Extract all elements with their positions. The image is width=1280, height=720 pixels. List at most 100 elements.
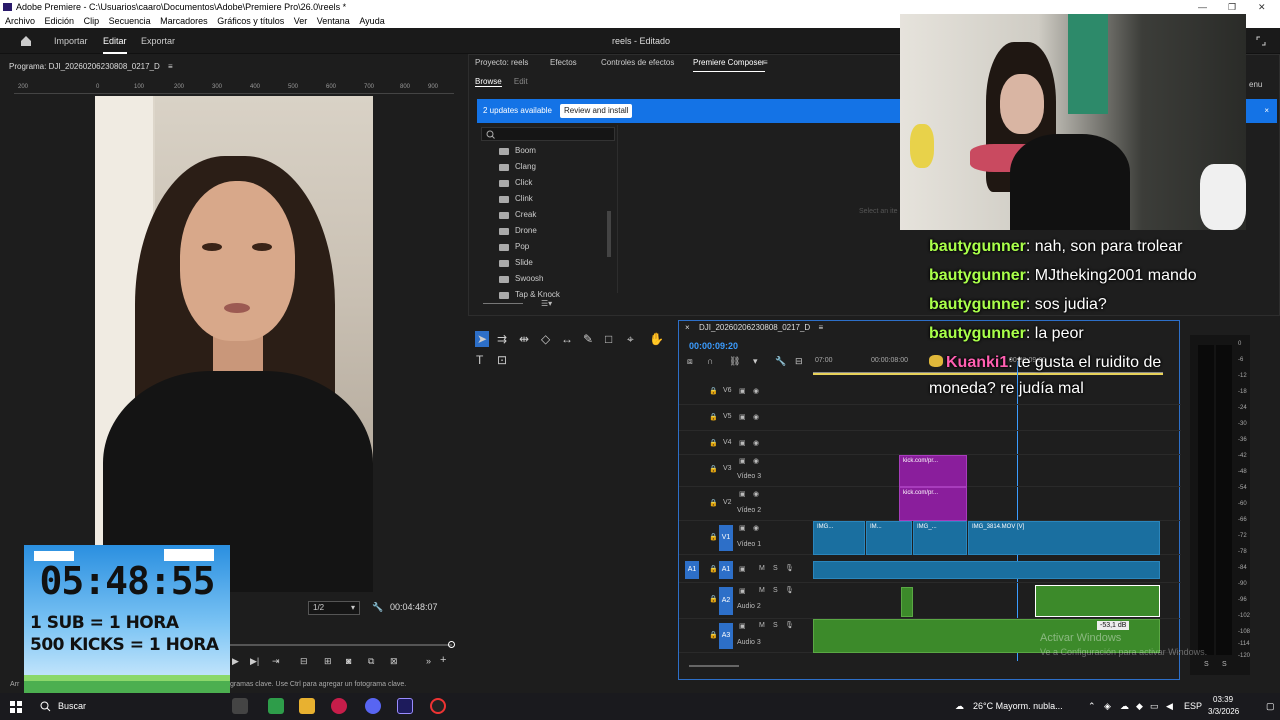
- tab-proyecto[interactable]: Proyecto: reels: [475, 55, 528, 71]
- lock-icon[interactable]: 🔒: [709, 565, 718, 573]
- list-scrollbar[interactable]: [607, 211, 611, 257]
- lift-icon[interactable]: ⊟: [300, 656, 308, 667]
- compare-icon[interactable]: ⧉: [368, 656, 374, 667]
- razor-tool-icon[interactable]: ◇: [541, 332, 550, 346]
- close-icon[interactable]: ×: [1264, 99, 1269, 123]
- track-id-a1[interactable]: A1: [719, 561, 733, 579]
- tray-icon[interactable]: ◈: [1104, 701, 1111, 712]
- maximize-button[interactable]: ❐: [1228, 0, 1236, 14]
- mute-icon[interactable]: M: [759, 565, 765, 572]
- composer-menu-label[interactable]: enu: [1249, 80, 1262, 89]
- sequence-tab[interactable]: DJI_20260206230808_0217_D: [699, 323, 810, 332]
- network-icon[interactable]: ▭: [1150, 701, 1159, 712]
- microphone-icon[interactable]: 🎙: [785, 621, 794, 629]
- minimize-button[interactable]: —: [1198, 0, 1207, 14]
- film-icon[interactable]: ▣: [739, 439, 746, 447]
- zoom-slider[interactable]: [483, 303, 523, 304]
- rectangle-tool-icon[interactable]: □: [605, 332, 612, 346]
- clip-v1-a[interactable]: IMG...: [813, 521, 865, 555]
- clock-date[interactable]: 3/3/2026: [1208, 707, 1239, 716]
- eye-icon[interactable]: ◉: [753, 524, 759, 532]
- track-id-v1[interactable]: V1: [719, 525, 733, 551]
- tab-importar[interactable]: Importar: [54, 28, 88, 54]
- folder-clang[interactable]: Clang: [499, 159, 619, 175]
- menu-archivo[interactable]: Archivo: [5, 16, 35, 26]
- settings-wrench-icon[interactable]: 🔧: [775, 356, 786, 367]
- clip-v1-b[interactable]: IM...: [866, 521, 912, 555]
- menu-ayuda[interactable]: Ayuda: [359, 16, 384, 26]
- extract-icon[interactable]: ⊞: [324, 656, 332, 667]
- slip-tool-icon[interactable]: ↔: [561, 332, 573, 346]
- eye-icon[interactable]: ◉: [753, 457, 759, 465]
- snap-icon[interactable]: ∩: [707, 356, 713, 366]
- mute-icon[interactable]: M: [759, 587, 765, 594]
- program-video-frame[interactable]: [95, 96, 373, 592]
- lock-icon[interactable]: 🔒: [709, 387, 718, 395]
- lock-icon[interactable]: 🔒: [709, 413, 718, 421]
- go-to-out-icon[interactable]: ⇥: [272, 656, 280, 667]
- solo-icon[interactable]: S: [773, 587, 778, 594]
- tab-exportar[interactable]: Exportar: [141, 28, 175, 54]
- list-view-icon[interactable]: ☰▾: [541, 299, 552, 308]
- home-icon[interactable]: [20, 35, 32, 47]
- lock-icon[interactable]: 🔒: [709, 595, 718, 603]
- program-monitor-title[interactable]: Programa: DJI_20260206230808_0217_D: [9, 62, 160, 71]
- app-b-icon[interactable]: [268, 698, 284, 714]
- menu-ventana[interactable]: Ventana: [317, 16, 350, 26]
- opera-icon[interactable]: [331, 698, 347, 714]
- close-icon[interactable]: ×: [685, 321, 690, 335]
- generative-tool-icon[interactable]: ⊡: [497, 353, 507, 367]
- multicam-icon[interactable]: ⊠: [390, 656, 398, 667]
- solo-icon[interactable]: S: [773, 565, 778, 572]
- film-icon[interactable]: ▣: [739, 587, 746, 595]
- film-icon[interactable]: ▣: [739, 413, 746, 421]
- add-button-icon[interactable]: +: [440, 654, 446, 666]
- tab-efectos[interactable]: Efectos: [550, 55, 577, 71]
- ripple-edit-tool-icon[interactable]: ⇹: [519, 332, 529, 346]
- film-icon[interactable]: ▣: [739, 490, 746, 498]
- menu-secuencia[interactable]: Secuencia: [109, 16, 151, 26]
- volume-icon[interactable]: ◀: [1166, 701, 1173, 712]
- subtab-edit[interactable]: Edit: [514, 77, 528, 86]
- menu-clip[interactable]: Clip: [84, 16, 100, 26]
- film-icon[interactable]: ▣: [739, 565, 746, 573]
- hand-icon[interactable]: ✋: [649, 332, 664, 346]
- panel-menu-icon[interactable]: ≡: [763, 55, 768, 71]
- film-icon[interactable]: ▣: [739, 622, 746, 630]
- clip-v1-d[interactable]: IMG_3814.MOV [V]: [968, 521, 1160, 555]
- folder-pop[interactable]: Pop: [499, 239, 619, 255]
- resolution-select[interactable]: 1/2 ▾: [308, 601, 360, 615]
- track-id-a3[interactable]: A3: [719, 623, 733, 649]
- clip-v3-kick[interactable]: kick.com/pr...: [899, 455, 967, 487]
- menu-ver[interactable]: Ver: [294, 16, 308, 26]
- microphone-icon[interactable]: 🎙: [785, 564, 794, 572]
- clip-v1-c[interactable]: IMG_...: [913, 521, 967, 555]
- menu-marcadores[interactable]: Marcadores: [160, 16, 208, 26]
- film-icon[interactable]: ▣: [739, 387, 746, 395]
- windows-start-icon[interactable]: [10, 701, 22, 713]
- eye-icon[interactable]: ◉: [753, 490, 759, 498]
- clock-time[interactable]: 03:39: [1213, 695, 1233, 704]
- lock-icon[interactable]: 🔒: [709, 499, 718, 507]
- step-forward-icon[interactable]: ▶|: [250, 656, 259, 667]
- obs-icon[interactable]: [430, 698, 446, 714]
- folder-boom[interactable]: Boom: [499, 143, 619, 159]
- folder-slide[interactable]: Slide: [499, 255, 619, 271]
- meter-solo-left[interactable]: S: [1204, 661, 1209, 668]
- meter-solo-right[interactable]: S: [1222, 661, 1227, 668]
- eye-icon[interactable]: ◉: [753, 387, 759, 395]
- eye-icon[interactable]: ◉: [753, 413, 759, 421]
- camera-icon[interactable]: ◙: [346, 656, 351, 666]
- panel-menu-icon[interactable]: ≡: [168, 62, 173, 71]
- tray-cloud-icon[interactable]: ☁: [1120, 701, 1129, 712]
- clip-a2-small[interactable]: [901, 587, 913, 617]
- file-explorer-icon[interactable]: [299, 698, 315, 714]
- lock-icon[interactable]: 🔒: [709, 439, 718, 447]
- captions-icon[interactable]: ⊟: [795, 356, 803, 367]
- weather-text[interactable]: 26°C Mayorm. nubla...: [973, 701, 1063, 711]
- clip-a2-selected[interactable]: [1035, 585, 1160, 617]
- timeline-zoom-scrollbar[interactable]: [689, 665, 739, 667]
- review-install-button[interactable]: Review and install: [560, 104, 633, 118]
- folder-creak[interactable]: Creak: [499, 207, 619, 223]
- clip-a1-audio[interactable]: [813, 561, 1160, 579]
